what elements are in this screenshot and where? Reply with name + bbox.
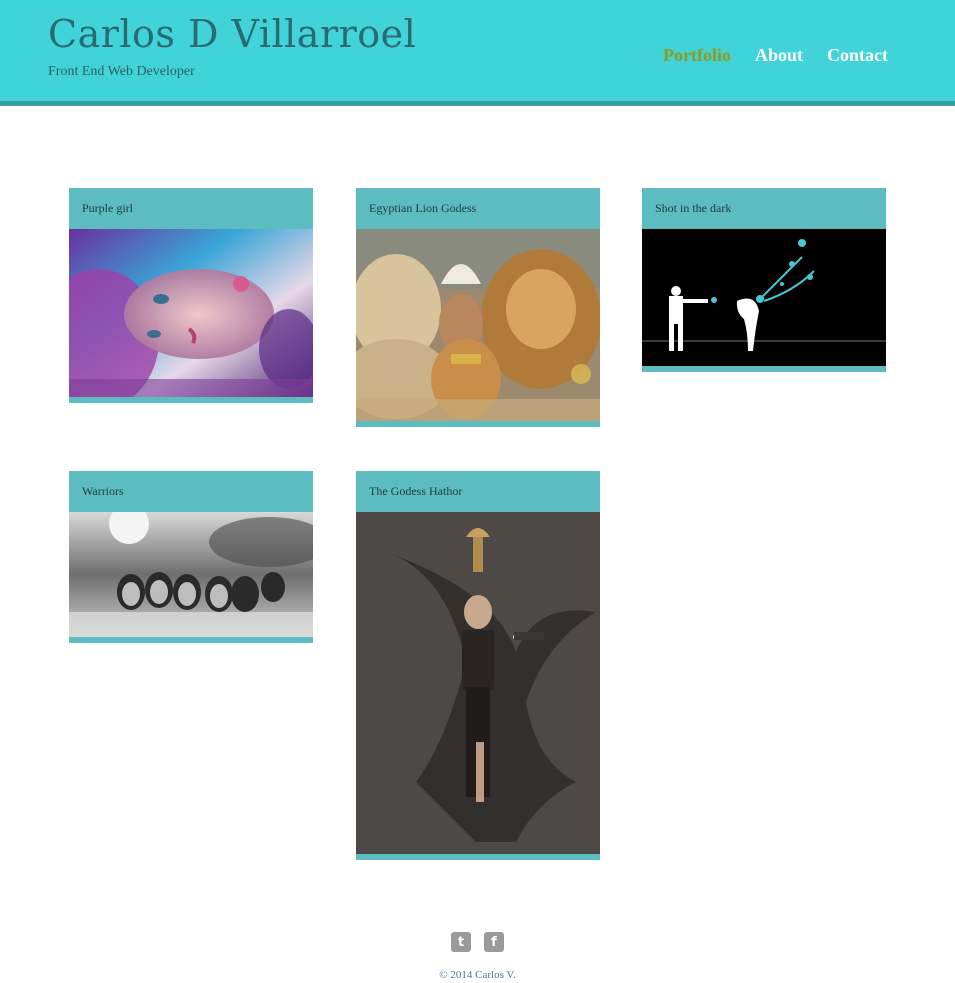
card-title[interactable]: The Godess Hathor xyxy=(356,471,600,512)
facebook-icon[interactable]: f xyxy=(484,932,504,952)
social-links: t f xyxy=(451,932,504,952)
copyright: © 2014 Carlos V. xyxy=(439,969,516,981)
main-nav: Portfolio About Contact xyxy=(663,45,888,66)
nav-portfolio[interactable]: Portfolio xyxy=(663,45,731,66)
portfolio-card[interactable]: Warriors xyxy=(69,471,313,643)
card-image[interactable] xyxy=(69,229,313,397)
site-subtitle: Front End Web Developer xyxy=(48,64,195,79)
portfolio-card[interactable]: The Godess Hathor xyxy=(356,471,600,860)
nav-about[interactable]: About xyxy=(755,45,803,66)
card-image[interactable] xyxy=(356,512,600,854)
card-title[interactable]: Shot in the dark xyxy=(642,188,886,229)
site-title[interactable]: Carlos D Villarroel xyxy=(48,12,416,56)
card-title[interactable]: Warriors xyxy=(69,471,313,512)
portfolio-card[interactable]: Shot in the dark xyxy=(642,188,886,372)
portfolio-card[interactable]: Egyptian Lion Godess xyxy=(356,188,600,427)
site-header: Carlos D Villarroel Front End Web Develo… xyxy=(0,0,955,106)
card-title[interactable]: Purple girl xyxy=(69,188,313,229)
card-title[interactable]: Egyptian Lion Godess xyxy=(356,188,600,229)
card-image[interactable] xyxy=(642,229,886,366)
nav-contact[interactable]: Contact xyxy=(827,45,888,66)
twitter-icon[interactable]: t xyxy=(451,932,471,952)
portfolio-card[interactable]: Purple girl xyxy=(69,188,313,403)
card-image[interactable] xyxy=(356,229,600,421)
card-image[interactable] xyxy=(69,512,313,637)
